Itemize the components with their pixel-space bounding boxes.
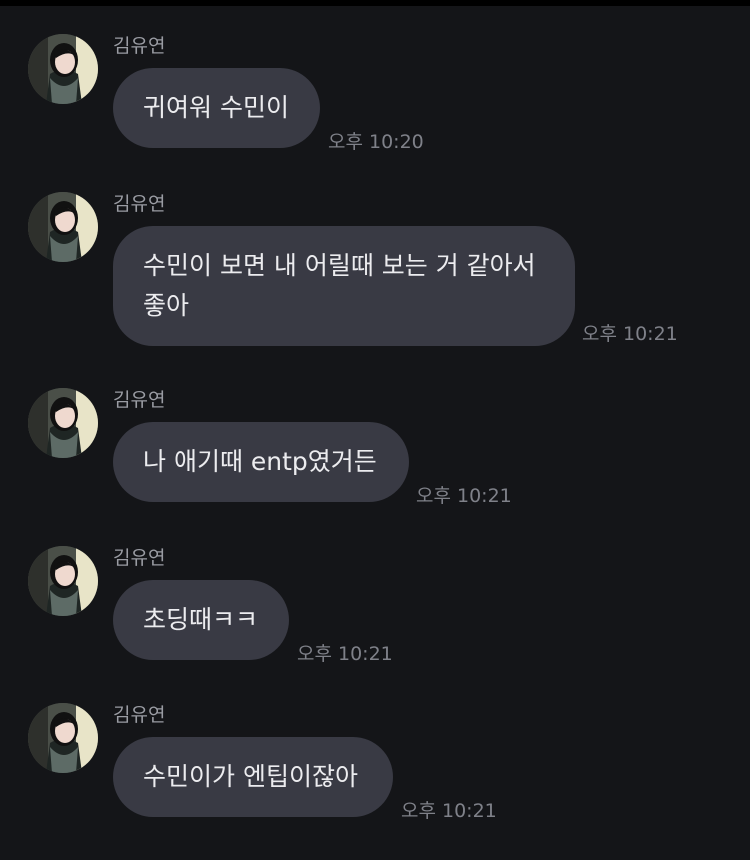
message-text: 수민이가 엔팁이잖아	[143, 762, 358, 791]
message-time: 오후 10:20	[328, 131, 424, 153]
message-text: 귀여워 수민이	[143, 93, 289, 122]
sender-name: 김유연	[113, 35, 166, 57]
sender-avatar[interactable]	[28, 192, 98, 262]
sender-name: 김유연	[113, 547, 166, 569]
message-group: 김유연 수민이 보면 내 어릴때 보는 거 같아서 좋아 오후 10:21	[0, 192, 750, 352]
sender-avatar[interactable]	[28, 388, 98, 458]
sender-avatar[interactable]	[28, 703, 98, 773]
sender-name: 김유연	[113, 389, 166, 411]
message-time: 오후 10:21	[582, 323, 678, 345]
sender-name: 김유연	[113, 704, 166, 726]
message-bubble[interactable]: 나 애기때 entp였거든	[113, 422, 409, 502]
message-group: 김유연 귀여워 수민이 오후 10:20	[0, 34, 750, 159]
message-time: 오후 10:21	[416, 485, 512, 507]
message-group: 김유연 초딩때ㅋㅋ 오후 10:21	[0, 546, 750, 671]
message-text-line: 수민이 보면 내 어릴때 보는 거 같아서	[143, 251, 536, 280]
message-bubble[interactable]: 귀여워 수민이	[113, 68, 320, 148]
message-group: 김유연 나 애기때 entp였거든 오후 10:21	[0, 388, 750, 513]
message-time: 오후 10:21	[401, 800, 497, 822]
message-text: 나 애기때 entp였거든	[143, 447, 377, 476]
message-bubble[interactable]: 초딩때ㅋㅋ	[113, 580, 289, 660]
message-group: 김유연 수민이가 엔팁이잖아 오후 10:21	[0, 703, 750, 828]
message-bubble[interactable]: 수민이 보면 내 어릴때 보는 거 같아서 좋아	[113, 226, 575, 346]
message-time: 오후 10:21	[297, 643, 393, 665]
message-text-line: 좋아	[143, 291, 190, 320]
chat-message-list[interactable]: 김유연 귀여워 수민이 오후 10:20 김유연 수민이 보면 내 어릴때 보는…	[0, 6, 750, 860]
sender-avatar[interactable]	[28, 546, 98, 616]
message-bubble[interactable]: 수민이가 엔팁이잖아	[113, 737, 393, 817]
message-text: 초딩때ㅋㅋ	[143, 605, 259, 634]
sender-name: 김유연	[113, 193, 166, 215]
sender-avatar[interactable]	[28, 34, 98, 104]
